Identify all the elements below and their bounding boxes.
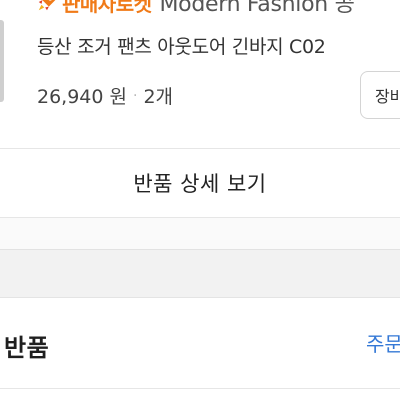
product-name[interactable]: 등산 조거 팬츠 아웃도어 긴바지 C02 bbox=[37, 32, 326, 59]
order-detail-link[interactable]: 주문 bbox=[366, 328, 400, 357]
blank-strip bbox=[0, 218, 400, 249]
divider bbox=[0, 388, 400, 389]
price-row: 26,940 원 · 2개 bbox=[37, 82, 173, 109]
section-separator bbox=[0, 249, 400, 298]
product-price: 26,940 원 bbox=[37, 86, 128, 108]
product-quantity: 2개 bbox=[143, 86, 174, 108]
add-to-cart-button[interactable]: 장바 bbox=[360, 71, 400, 119]
product-thumbnail[interactable] bbox=[0, 20, 4, 102]
seller-badge-row: 판매자로켓 Modern Fashion 공 bbox=[36, 0, 355, 17]
page: 판매자로켓 Modern Fashion 공 등산 조거 팬츠 아웃도어 긴바지… bbox=[0, 0, 400, 400]
return-section-title: 반품 bbox=[4, 334, 50, 362]
price-separator: · bbox=[133, 87, 138, 104]
seller-name: Modern Fashion 공 bbox=[159, 0, 355, 17]
rocket-icon bbox=[38, 0, 56, 11]
rocket-badge-label: 판매자로켓 bbox=[62, 0, 152, 16]
product-card[interactable]: 판매자로켓 Modern Fashion 공 등산 조거 팬츠 아웃도어 긴바지… bbox=[0, 0, 400, 148]
return-section: 반품 주문 bbox=[0, 297, 400, 400]
return-detail-button[interactable]: 반품 상세 보기 bbox=[0, 149, 400, 217]
